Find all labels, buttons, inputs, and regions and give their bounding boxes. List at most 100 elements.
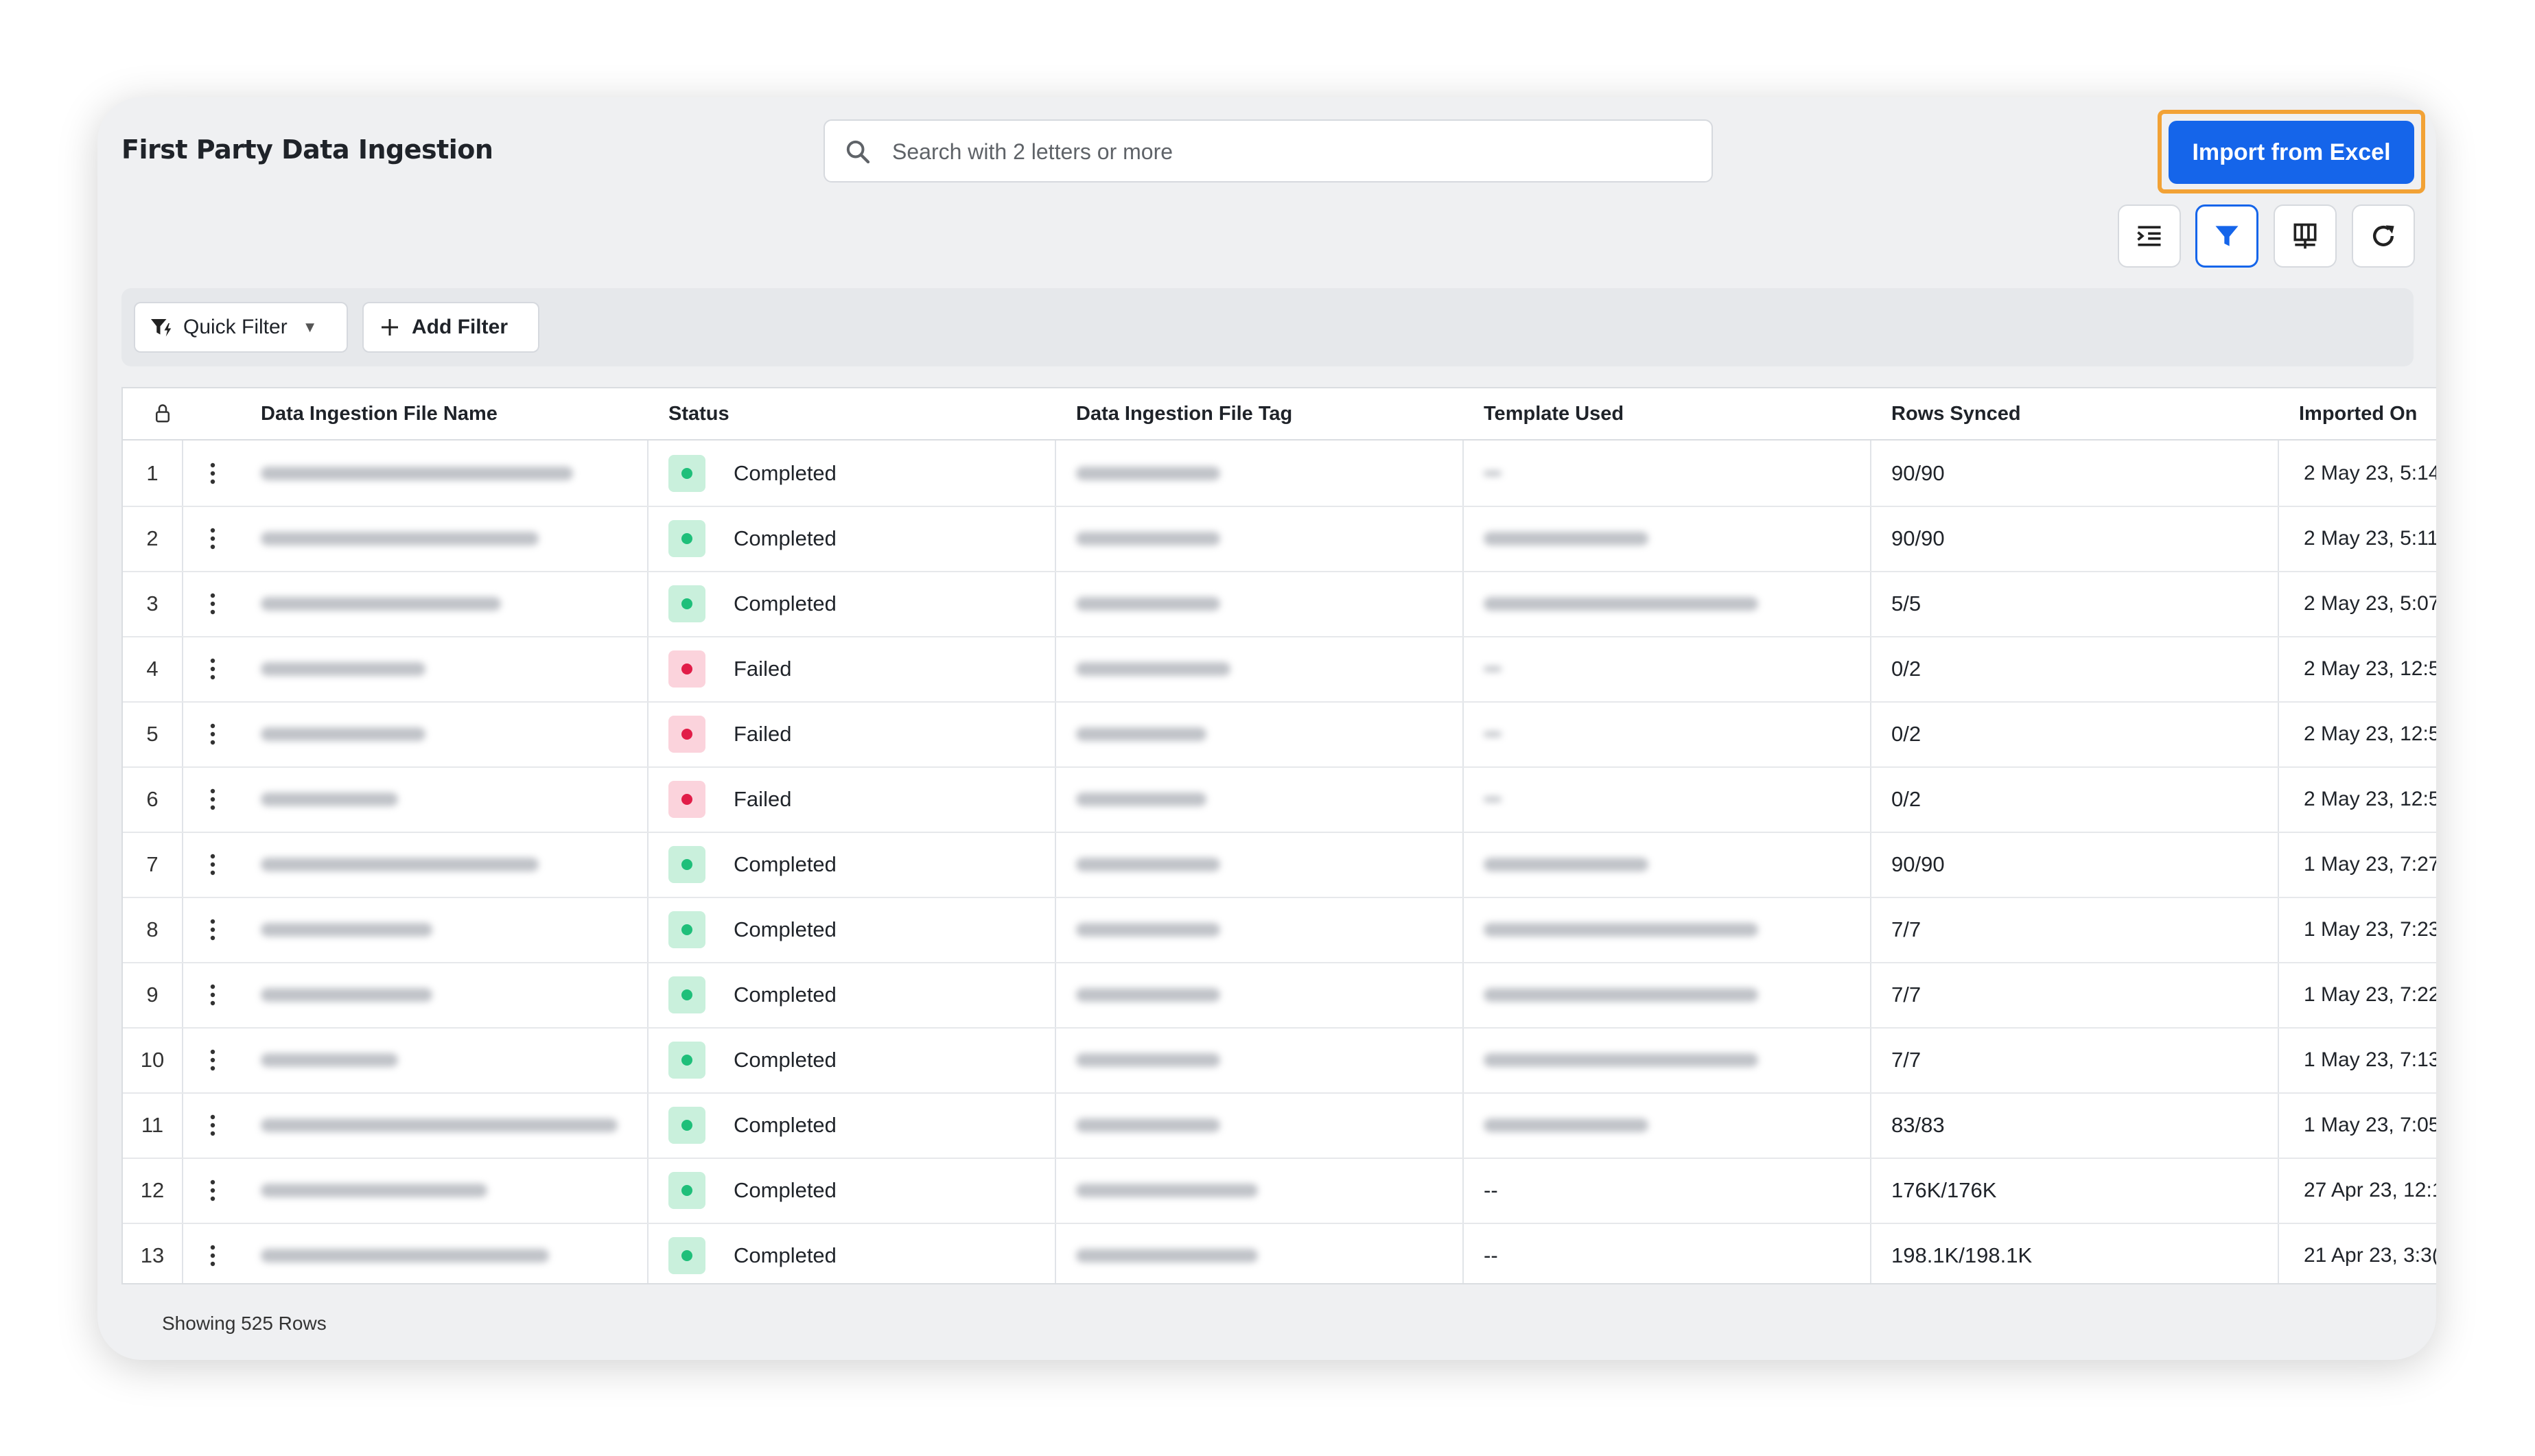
- template-used-redacted: [1484, 532, 1648, 545]
- status-indicator: [668, 520, 705, 557]
- table-row[interactable]: 3 Completed 5/5 2 May 23, 5:07: [123, 571, 2436, 637]
- file-name-redacted[interactable]: [261, 858, 539, 871]
- search-icon: [846, 140, 870, 164]
- status-indicator: [668, 455, 705, 492]
- status-text: Completed: [734, 1113, 837, 1137]
- more-options-icon[interactable]: [209, 462, 216, 485]
- lock-icon[interactable]: [154, 403, 172, 424]
- file-name-redacted[interactable]: [261, 467, 573, 480]
- import-from-excel-button[interactable]: Import from Excel: [2169, 121, 2414, 184]
- quick-filter-button[interactable]: Quick Filter ▼: [134, 302, 348, 353]
- file-name-redacted[interactable]: [261, 988, 432, 1002]
- table-row[interactable]: 10 Completed 7/7 1 May 23, 7:13: [123, 1027, 2436, 1094]
- table-row[interactable]: 11 Completed 83/83 1 May 23, 7:05: [123, 1092, 2436, 1159]
- table-row[interactable]: 9 Completed 7/7 1 May 23, 7:22: [123, 962, 2436, 1029]
- import-highlight: Import from Excel: [2158, 110, 2425, 193]
- more-options-icon[interactable]: [209, 527, 216, 550]
- file-name-redacted[interactable]: [261, 1184, 487, 1197]
- table-row[interactable]: 5 Failed 0/2 2 May 23, 12:5!: [123, 701, 2436, 768]
- table-row[interactable]: 1 Completed 90/90 2 May 23, 5:14: [123, 441, 2436, 507]
- filter-toggle-button[interactable]: [2195, 204, 2258, 268]
- table-row[interactable]: 6 Failed 0/2 2 May 23, 12:5: [123, 766, 2436, 833]
- row-number: 6: [146, 787, 159, 811]
- column-header-file-name[interactable]: Data Ingestion File Name: [261, 388, 498, 439]
- template-used-redacted: [1484, 597, 1758, 611]
- more-options-icon[interactable]: [209, 723, 216, 746]
- rows-synced-text: 176K/176K: [1891, 1178, 1997, 1202]
- page-title: First Party Data Ingestion: [121, 134, 493, 165]
- file-tag-redacted: [1076, 597, 1220, 611]
- file-name-redacted[interactable]: [261, 727, 425, 741]
- table-row[interactable]: 12 Completed -- 176K/176K 27 Apr 23, 12:1: [123, 1158, 2436, 1224]
- table-row[interactable]: 7 Completed 90/90 1 May 23, 7:27: [123, 832, 2436, 898]
- status-indicator: [668, 716, 705, 753]
- quick-filter-icon: [151, 319, 172, 337]
- row-number: 8: [146, 917, 159, 941]
- data-table: Data Ingestion File Name Status Data Ing…: [121, 387, 2436, 1284]
- row-number: 5: [146, 722, 159, 746]
- more-options-icon[interactable]: [209, 853, 216, 876]
- file-name-redacted[interactable]: [261, 1249, 549, 1263]
- more-options-icon[interactable]: [209, 592, 216, 615]
- row-number: 2: [146, 526, 159, 550]
- status-indicator: [668, 911, 705, 948]
- column-header-file-tag[interactable]: Data Ingestion File Tag: [1076, 388, 1292, 439]
- more-options-icon[interactable]: [209, 788, 216, 811]
- file-name-redacted[interactable]: [261, 532, 539, 545]
- file-name-redacted[interactable]: [261, 1053, 398, 1067]
- search-input[interactable]: [891, 121, 1683, 183]
- indent-list-button[interactable]: [2118, 204, 2181, 268]
- file-name-redacted[interactable]: [261, 792, 398, 806]
- status-text: Failed: [734, 657, 792, 681]
- row-number: 7: [146, 852, 159, 876]
- columns-button[interactable]: [2274, 204, 2337, 268]
- row-number: 13: [140, 1243, 165, 1267]
- imported-on-text: 2 May 23, 5:07: [2304, 592, 2436, 615]
- rows-synced-text: 0/2: [1891, 657, 1921, 681]
- status-text: Completed: [734, 1243, 837, 1267]
- row-number: 1: [146, 461, 159, 485]
- template-used-redacted: [1484, 731, 1502, 737]
- more-options-icon[interactable]: [209, 657, 216, 681]
- rows-synced-text: 0/2: [1891, 722, 1921, 746]
- file-name-redacted[interactable]: [261, 923, 432, 937]
- rows-synced-text: 83/83: [1891, 1113, 1945, 1137]
- more-options-icon[interactable]: [209, 1179, 216, 1202]
- columns-icon: [2293, 223, 2317, 249]
- imported-on-text: 1 May 23, 7:23: [2304, 918, 2436, 941]
- row-number: 12: [140, 1178, 165, 1202]
- rows-synced-text: 90/90: [1891, 526, 1945, 550]
- more-options-icon[interactable]: [209, 1114, 216, 1137]
- status-text: Completed: [734, 461, 837, 485]
- file-name-redacted[interactable]: [261, 597, 501, 611]
- table-row[interactable]: 2 Completed 90/90 2 May 23, 5:11: [123, 506, 2436, 572]
- column-header-status[interactable]: Status: [668, 388, 729, 439]
- refresh-button[interactable]: [2352, 204, 2415, 268]
- status-indicator: [668, 585, 705, 622]
- search-box[interactable]: [823, 119, 1713, 183]
- file-name-redacted[interactable]: [261, 662, 425, 676]
- status-text: Completed: [734, 526, 837, 550]
- more-options-icon[interactable]: [209, 983, 216, 1007]
- rows-synced-text: 90/90: [1891, 852, 1945, 876]
- template-used-redacted: [1484, 923, 1758, 937]
- table-row[interactable]: 4 Failed 0/2 2 May 23, 12:5(: [123, 636, 2436, 703]
- plus-icon: [382, 319, 398, 336]
- column-header-template-used[interactable]: Template Used: [1484, 388, 1624, 439]
- table-row[interactable]: 13 Completed -- 198.1K/198.1K 21 Apr 23, 3:3…: [123, 1223, 2436, 1283]
- file-name-redacted[interactable]: [261, 1118, 618, 1132]
- add-filter-button[interactable]: Add Filter: [362, 302, 539, 353]
- column-header-imported-on[interactable]: Imported On: [2299, 388, 2417, 439]
- more-options-icon[interactable]: [209, 1048, 216, 1072]
- template-used-redacted: [1484, 666, 1502, 672]
- more-options-icon[interactable]: [209, 1244, 216, 1267]
- status-indicator: [668, 1237, 705, 1274]
- more-options-icon[interactable]: [209, 918, 216, 941]
- row-number: 10: [140, 1048, 165, 1072]
- column-header-rows-synced[interactable]: Rows Synced: [1891, 388, 2021, 439]
- template-used-redacted: [1484, 988, 1758, 1002]
- filter-bar: Quick Filter ▼ Add Filter: [121, 288, 2414, 366]
- table-row[interactable]: 8 Completed 7/7 1 May 23, 7:23: [123, 897, 2436, 963]
- status-text: Completed: [734, 591, 837, 615]
- imported-on-text: 2 May 23, 12:5: [2304, 788, 2436, 810]
